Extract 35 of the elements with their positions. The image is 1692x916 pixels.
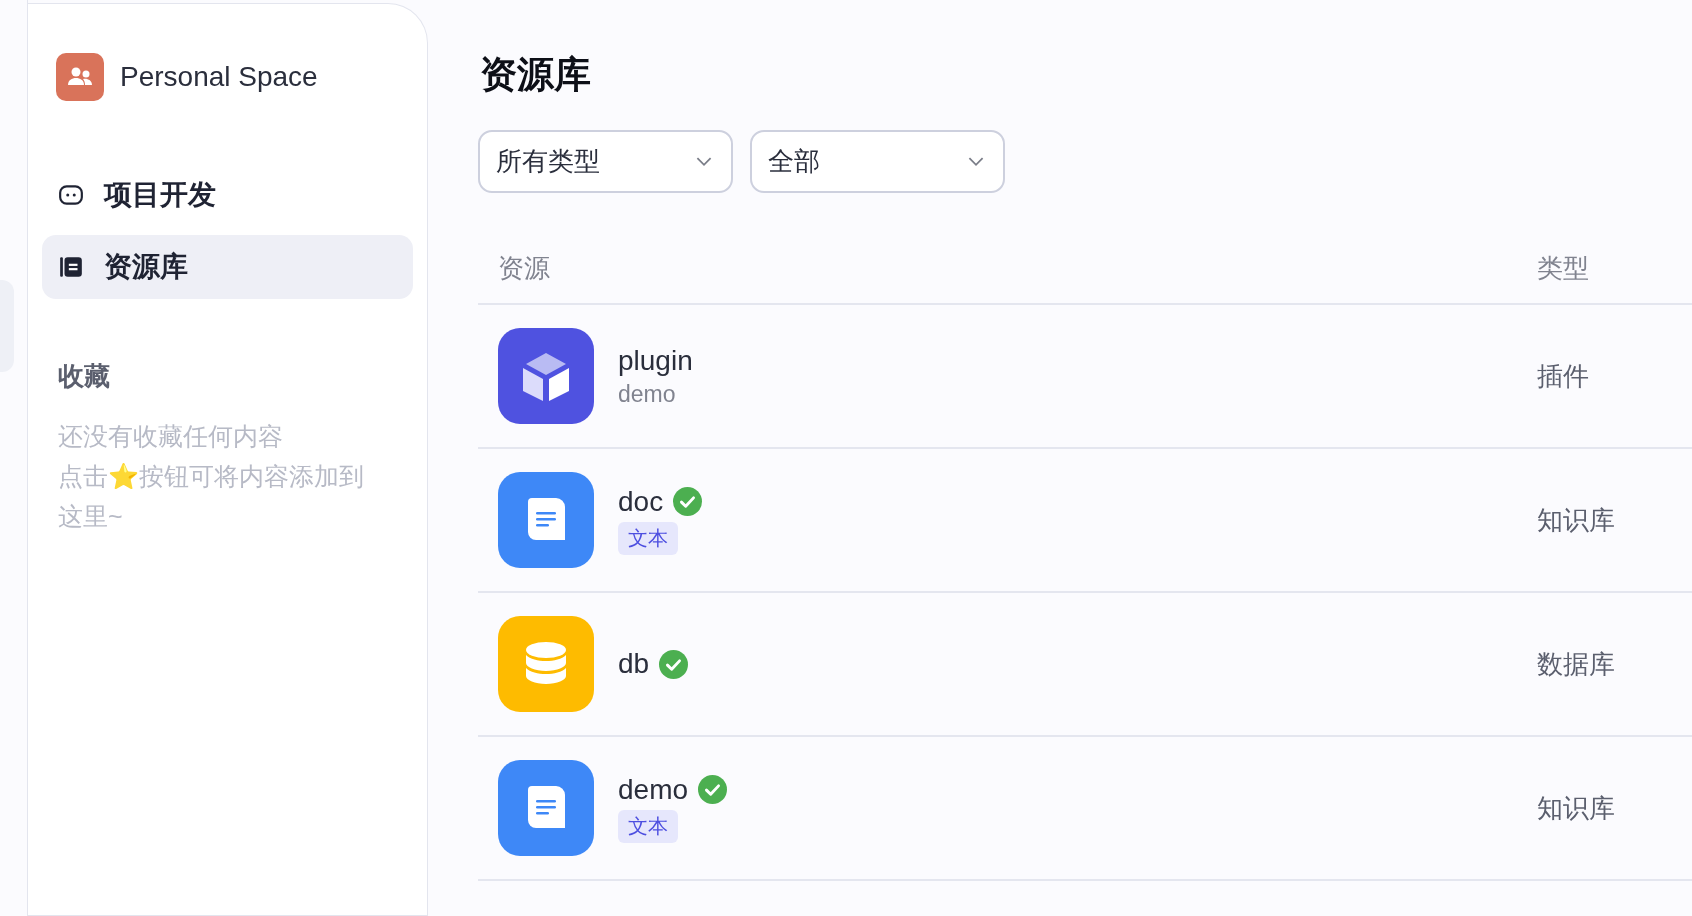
type-tag: 文本 bbox=[618, 809, 678, 843]
cube-icon bbox=[498, 328, 594, 424]
column-header: 资源 bbox=[497, 251, 550, 285]
type-tag: 文本 bbox=[618, 521, 678, 555]
empty-favorites-text: 还没有收藏任何内容 bbox=[58, 421, 284, 452]
filter-dropdown[interactable]: 全部 bbox=[750, 130, 1005, 193]
resource-row[interactable]: db 数据库 bbox=[478, 593, 1692, 737]
resource-name: plugin bbox=[618, 344, 693, 377]
table-cell-text: 数据库 bbox=[1537, 647, 1616, 681]
resource-row[interactable]: doc 文本 知识库 bbox=[478, 449, 1692, 593]
empty-favorites-text: 点击⭐按钮可将内容添加到这里~ bbox=[58, 461, 365, 532]
resource-name: doc bbox=[618, 485, 664, 518]
resource-description: demo bbox=[618, 380, 676, 408]
column-header: 类型 bbox=[1537, 251, 1590, 285]
caret-icon bbox=[695, 156, 713, 167]
table-cell-text: 知识库 bbox=[1537, 791, 1616, 825]
document-icon bbox=[498, 472, 594, 568]
filter-dropdown[interactable]: 所有类型 bbox=[478, 130, 733, 193]
resource-name: db bbox=[618, 648, 650, 680]
caret-icon bbox=[967, 156, 985, 167]
table-cell-text: 插件 bbox=[1537, 359, 1590, 393]
document-icon bbox=[498, 760, 594, 856]
resource-row[interactable]: plugin demo 插件 bbox=[478, 305, 1692, 449]
section-title: 收藏 bbox=[58, 360, 111, 393]
book-icon bbox=[58, 254, 84, 280]
table-cell-text: 知识库 bbox=[1537, 503, 1616, 537]
robot-face-icon bbox=[58, 182, 84, 208]
nav-item[interactable]: 资源库 bbox=[42, 235, 413, 299]
workspace-name: Personal Space bbox=[120, 61, 318, 93]
resource-row[interactable]: demo 文本 知识库 bbox=[478, 737, 1692, 881]
resource-name: demo bbox=[618, 773, 689, 806]
nav-item[interactable]: 项目开发 bbox=[42, 163, 413, 227]
page-title: 资源库 bbox=[480, 53, 592, 97]
people-icon bbox=[56, 53, 104, 101]
database-icon bbox=[498, 616, 594, 712]
